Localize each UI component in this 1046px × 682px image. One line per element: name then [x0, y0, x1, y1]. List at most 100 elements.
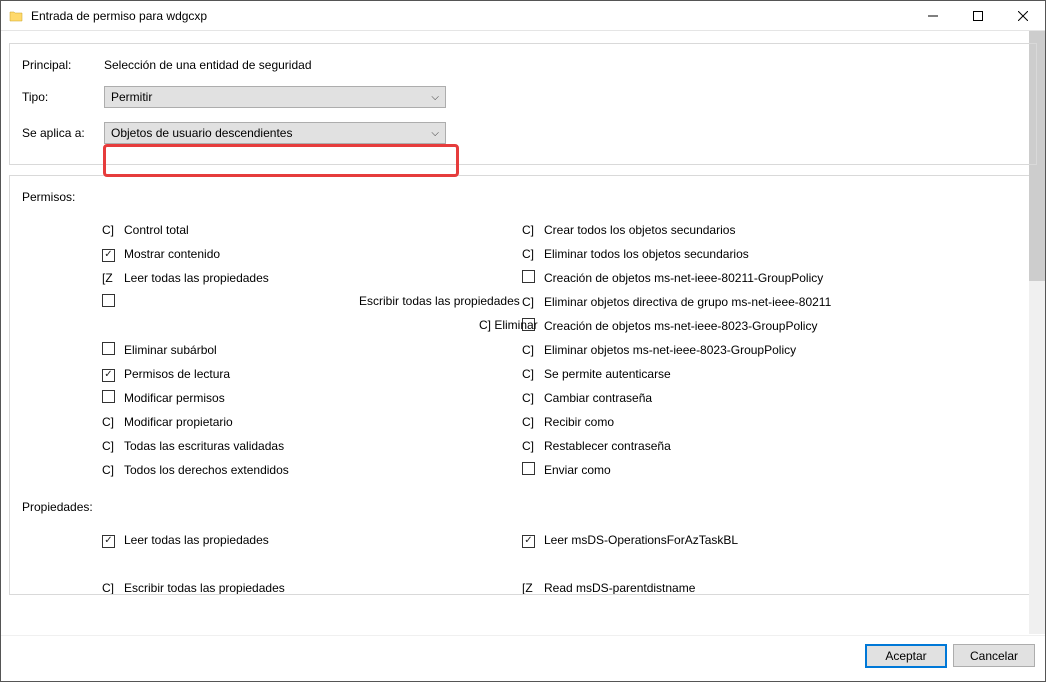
- ok-button[interactable]: Aceptar: [865, 644, 947, 668]
- checkbox[interactable]: [522, 462, 535, 475]
- permission-item: C]Escribir todas las propiedades: [102, 576, 522, 595]
- permission-item: C]Se permite autenticarse: [522, 362, 942, 386]
- permissions-right-column: C]Crear todos los objetos secundariosC]E…: [522, 218, 942, 482]
- checkbox-glyph: C]: [102, 415, 124, 429]
- permission-item: Enviar como: [522, 458, 942, 482]
- checkbox-glyph: C]: [522, 247, 544, 261]
- permission-item: [102, 314, 522, 338]
- permission-label: Crear todos los objetos secundarios: [544, 223, 735, 237]
- permission-label: Mostrar contenido: [124, 247, 220, 261]
- bottom-bar: Aceptar Cancelar: [1, 635, 1045, 675]
- permission-item: [522, 552, 942, 576]
- cancel-button[interactable]: Cancelar: [953, 644, 1035, 667]
- permission-label: Creación de objetos ms-net-ieee-8023-Gro…: [544, 319, 817, 333]
- permission-label: Cambiar contraseña: [544, 391, 652, 405]
- applies-label: Se aplica a:: [22, 126, 104, 140]
- checkbox[interactable]: [522, 270, 535, 283]
- permission-label: Eliminar subárbol: [124, 343, 217, 357]
- checkbox[interactable]: ✓: [102, 369, 115, 382]
- checkbox-glyph: [Z: [102, 271, 124, 285]
- permission-label: Control total: [124, 223, 189, 237]
- checkbox-glyph: C]: [102, 463, 124, 477]
- permission-label: Restablecer contraseña: [544, 439, 671, 453]
- permission-label: Leer todas las propiedades: [124, 533, 269, 547]
- write-all-props-label: Escribir todas las propiedades: [359, 294, 520, 308]
- checkbox-glyph: C]: [102, 439, 124, 453]
- content-area: Principal: Selección de una entidad de s…: [1, 31, 1045, 635]
- permission-item: Creación de objetos ms-net-ieee-80211-Gr…: [522, 266, 942, 290]
- permission-label: Eliminar objetos ms-net-ieee-8023-GroupP…: [544, 343, 796, 357]
- permission-label: Se permite autenticarse: [544, 367, 671, 381]
- applies-dropdown[interactable]: Objetos de usuario descendientes ⌵: [104, 122, 446, 144]
- permission-item: ✓ Permisos de lectura: [102, 362, 522, 386]
- checkbox[interactable]: [102, 294, 115, 307]
- checkbox[interactable]: [102, 342, 115, 355]
- folder-icon: [9, 9, 23, 23]
- properties-columns: ✓ Leer todas las propiedades C]Escribir to…: [102, 528, 1024, 595]
- permission-item: Eliminar subárbol: [102, 338, 522, 362]
- delete-label: C] Eliminar: [479, 318, 538, 332]
- checkbox-glyph: C]: [522, 439, 544, 453]
- chevron-down-icon: ⌵: [431, 92, 439, 103]
- permission-item: [ZLeer todas las propiedades: [102, 266, 522, 290]
- highlight-annotation: [103, 144, 459, 177]
- permissions-columns: C]Control total✓Mostrar contenido[ZLeer …: [102, 218, 1024, 482]
- permissions-label: Permisos:: [22, 190, 1024, 204]
- permission-label: Escribir todas las propiedades: [124, 581, 285, 595]
- checkbox-glyph: [Z: [522, 581, 544, 595]
- checkbox[interactable]: ✓: [102, 249, 115, 262]
- permission-label: Leer todas las propiedades: [124, 271, 269, 285]
- permissions-panel: Permisos: C]Control total✓Mostrar conten…: [9, 175, 1037, 595]
- permission-label: Todas las escrituras validadas: [124, 439, 284, 453]
- checkbox-glyph: C]: [522, 223, 544, 237]
- checkbox-glyph: C]: [522, 415, 544, 429]
- permission-item: [ZRead msDS-parentdistname: [522, 576, 942, 595]
- permission-item: C]Todas las escrituras validadas: [102, 434, 522, 458]
- permission-item: C]Eliminar objetos ms-net-ieee-8023-Grou…: [522, 338, 942, 362]
- permission-item: C]Restablecer contraseña: [522, 434, 942, 458]
- permission-item: ✓ Leer todas las propiedades: [102, 528, 522, 552]
- checkbox-glyph: C]: [522, 295, 544, 309]
- permission-item: ✓ Mostrar contenido: [102, 242, 522, 266]
- properties-label: Propiedades:: [22, 500, 1024, 514]
- permission-item: C]Eliminar objetos directiva de grupo ms…: [522, 290, 942, 314]
- checkbox[interactable]: ✓: [522, 535, 535, 548]
- checkbox-glyph: C]: [522, 391, 544, 405]
- maximize-button[interactable]: [955, 1, 1000, 31]
- checkbox[interactable]: ✓: [102, 535, 115, 548]
- checkbox[interactable]: [102, 390, 115, 403]
- type-dropdown[interactable]: Permitir ⌵: [104, 86, 446, 108]
- chevron-down-icon: ⌵: [431, 128, 439, 139]
- permission-item: C]Cambiar contraseña: [522, 386, 942, 410]
- permission-label: Permisos de lectura: [124, 367, 230, 381]
- type-label: Tipo:: [22, 90, 104, 104]
- permission-label: Eliminar todos los objetos secundarios: [544, 247, 749, 261]
- checkbox-glyph: C]: [522, 343, 544, 357]
- permission-label: Modificar propietario: [124, 415, 233, 429]
- permission-item: C]Recibir como: [522, 410, 942, 434]
- properties-left-column: ✓ Leer todas las propiedades C]Escribir to…: [102, 528, 522, 595]
- permission-label: Creación de objetos ms-net-ieee-80211-Gr…: [544, 271, 823, 285]
- permission-label: Todos los derechos extendidos: [124, 463, 289, 477]
- permission-item: C]Control total: [102, 218, 522, 242]
- permission-item: Creación de objetos ms-net-ieee-8023-Gro…: [522, 314, 942, 338]
- minimize-button[interactable]: [910, 1, 955, 31]
- top-panel: Principal: Selección de una entidad de s…: [9, 43, 1037, 165]
- checkbox-glyph: C]: [102, 223, 124, 237]
- permission-label: Leer msDS-OperationsForAzTaskBL: [544, 533, 738, 547]
- checkbox-glyph: C]: [522, 367, 544, 381]
- applies-value: Objetos de usuario descendientes: [111, 126, 292, 140]
- principal-link[interactable]: Selección de una entidad de seguridad: [104, 58, 312, 72]
- type-value: Permitir: [111, 90, 152, 104]
- properties-right-column: ✓ Leer msDS-OperationsForAzTaskBL [ZRead m…: [522, 528, 942, 595]
- permission-item: C]Todos los derechos extendidos: [102, 458, 522, 482]
- close-button[interactable]: [1000, 1, 1045, 31]
- permission-item: C]Crear todos los objetos secundarios: [522, 218, 942, 242]
- principal-label: Principal:: [22, 58, 104, 72]
- permission-label: Enviar como: [544, 463, 611, 477]
- permission-item: Modificar permisos: [102, 386, 522, 410]
- permission-label: Modificar permisos: [124, 391, 225, 405]
- checkbox-glyph: C]: [102, 581, 124, 595]
- permissions-left-column: C]Control total✓Mostrar contenido[ZLeer …: [102, 218, 522, 482]
- titlebar: Entrada de permiso para wdgcxp: [1, 1, 1045, 31]
